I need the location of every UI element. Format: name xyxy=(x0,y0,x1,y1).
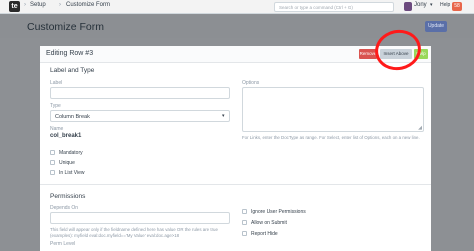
name-value: col_break1 xyxy=(50,133,82,139)
label-input[interactable] xyxy=(50,87,230,99)
update-button[interactable]: Update xyxy=(425,21,447,32)
search-input[interactable]: Search or type a command (Ctrl + G) xyxy=(274,2,394,12)
mandatory-label: Mandatory xyxy=(59,150,83,156)
in-list-view-label: In List View xyxy=(59,170,85,176)
avatar[interactable] xyxy=(404,2,412,11)
app-logo[interactable]: te xyxy=(9,1,20,12)
navbar: te › Setup › Customize Form Search or ty… xyxy=(0,0,474,14)
section-divider xyxy=(40,184,431,185)
chevron-right-icon: › xyxy=(59,2,61,8)
section-label-and-type: Label and Type xyxy=(50,67,95,74)
breadcrumb-customize-form[interactable]: Customize Form xyxy=(66,2,110,8)
unique-checkbox[interactable] xyxy=(50,160,55,165)
modal-header: Editing Row #3 Remove Insert Above Help xyxy=(40,25,431,75)
modal-title: Editing Row #3 xyxy=(46,50,94,57)
help-menu[interactable]: Help xyxy=(440,2,450,8)
caret-down-icon[interactable]: ▾ xyxy=(430,2,433,8)
allow-on-submit-checkbox[interactable] xyxy=(242,220,247,225)
depends-on-help-line1: This field will appear only if the field… xyxy=(50,227,218,232)
notification-badge[interactable]: 58 xyxy=(452,2,462,11)
unique-label: Unique xyxy=(59,160,75,166)
page-title: Customize Form xyxy=(27,21,105,33)
allow-on-submit-label: Allow on Submit xyxy=(251,220,287,226)
user-name[interactable]: Jony xyxy=(414,2,427,8)
depends-on-input[interactable] xyxy=(50,212,230,224)
mandatory-checkbox[interactable] xyxy=(50,150,55,155)
edit-row-modal: Editing Row #3 Remove Insert Above Help … xyxy=(40,25,431,251)
perm-level-field-label: Perm Level xyxy=(50,241,76,247)
label-field-label: Label xyxy=(50,80,63,86)
in-list-view-checkbox[interactable] xyxy=(50,170,55,175)
options-textarea[interactable]: ◢ xyxy=(242,87,424,132)
ignore-user-permissions-checkbox[interactable] xyxy=(242,209,247,214)
ignore-user-permissions-label: Ignore User Permissions xyxy=(251,209,306,215)
name-field-label: Name xyxy=(50,126,64,132)
section-permissions: Permissions xyxy=(50,193,86,200)
chevron-right-icon: › xyxy=(24,2,26,8)
options-field-label: Options xyxy=(242,80,260,86)
breadcrumb-setup[interactable]: Setup xyxy=(30,2,46,8)
depends-on-help-line2: (examples): myfield eval:doc.myfield=='M… xyxy=(50,233,180,238)
report-hide-checkbox[interactable] xyxy=(242,231,247,236)
depends-on-field-label: Depends On xyxy=(50,205,79,211)
select-caret-icon: ▾ xyxy=(222,113,225,119)
resize-handle-icon[interactable]: ◢ xyxy=(418,125,422,131)
type-select[interactable]: Column Break xyxy=(50,110,230,122)
type-field-label: Type xyxy=(50,103,61,109)
options-help-text: For Links, enter the DocType as range. F… xyxy=(242,135,420,140)
report-hide-label: Report Hide xyxy=(251,231,278,237)
